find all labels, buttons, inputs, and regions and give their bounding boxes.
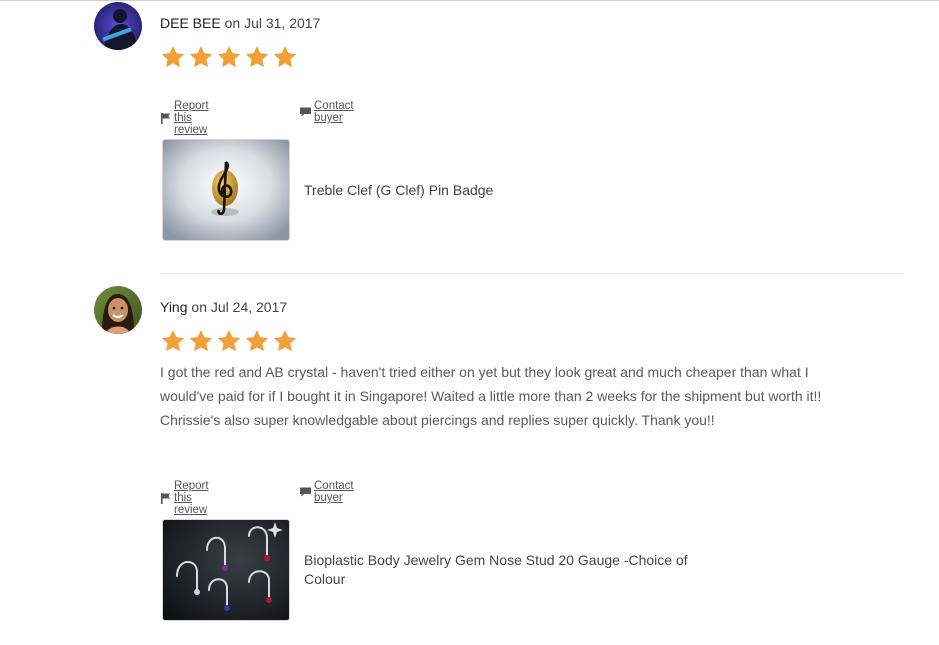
report-review-link[interactable]: Report this review [160,100,209,136]
star-rating [160,328,298,354]
star-icon [245,45,269,68]
star-icon [217,329,241,352]
star-rating [160,44,298,70]
reviewer-avatar[interactable] [94,286,142,334]
item-title-link[interactable]: Treble Clef (G Clef) Pin Badge [304,181,734,200]
review-date: Jul 24, 2017 [210,299,288,315]
contact-buyer-label[interactable]: Contact buyer [314,480,354,504]
purchased-item[interactable]: Treble Clef (G Clef) Pin Badge [162,139,734,241]
purchased-item[interactable]: Bioplastic Body Jewelry Gem Nose Stud 20… [162,519,724,621]
byline-on: on [191,299,207,315]
contact-buyer-link[interactable]: Contact buyer [299,480,354,504]
report-review-label[interactable]: Report this review [174,100,209,136]
item-title-link[interactable]: Bioplastic Body Jewelry Gem Nose Stud 20… [304,551,724,589]
reviewer-name-link[interactable]: DEE BEE [160,15,221,31]
reviewer-avatar[interactable] [94,2,142,50]
star-icon [189,45,213,68]
top-divider [0,0,939,1]
treble-clef-pin-image[interactable] [162,139,290,241]
star-icon [245,329,269,352]
reviewer-name-link[interactable]: Ying [160,299,188,315]
review-divider [160,273,904,274]
star-icon [273,329,297,352]
message-icon [299,106,312,118]
report-review-label[interactable]: Report this review [174,480,209,516]
review-byline: DEE BEE on Jul 31, 2017 [160,14,320,32]
contact-buyer-label[interactable]: Contact buyer [314,100,354,124]
star-icon [189,329,213,352]
review-text: I got the red and AB crystal - haven't t… [160,364,822,428]
flag-icon [160,112,172,124]
star-icon [273,45,297,68]
flag-icon [160,492,172,504]
nose-stud-image[interactable] [162,519,290,621]
message-icon [299,486,312,498]
byline-on: on [224,15,241,31]
review-date: Jul 31, 2017 [244,15,321,31]
star-icon [217,45,241,68]
report-review-link[interactable]: Report this review [160,480,209,516]
contact-buyer-link[interactable]: Contact buyer [299,100,354,124]
review-byline: Ying on Jul 24, 2017 [160,298,287,316]
star-icon [161,45,185,68]
star-icon [161,329,185,352]
